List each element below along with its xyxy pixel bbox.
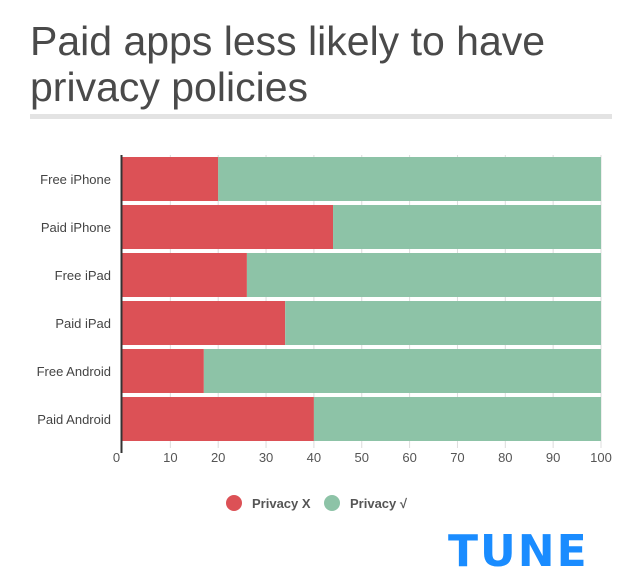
bar-segment (122, 253, 247, 297)
bar-segment (122, 349, 204, 393)
category-label: Paid iPad (55, 316, 111, 331)
bar-segment (122, 205, 334, 249)
x-tick-label: 80 (498, 450, 512, 465)
category-label: Free iPhone (40, 172, 111, 187)
category-label: Free iPad (55, 268, 111, 283)
x-tick-label: 60 (402, 450, 416, 465)
x-tick-label: 40 (307, 450, 321, 465)
bar-segment (203, 349, 601, 393)
legend-label: Privacy X (252, 496, 311, 511)
x-tick-label: 0 (113, 450, 120, 465)
bar-segment (122, 397, 314, 441)
legend-label: Privacy √ (350, 496, 408, 511)
bar-segment (122, 157, 219, 201)
category-label: Paid iPhone (41, 220, 111, 235)
x-tick-label: 10 (163, 450, 177, 465)
x-tick-label: 90 (546, 450, 560, 465)
x-tick-label: 100 (590, 450, 612, 465)
bar-segment (218, 157, 601, 201)
legend-swatch (226, 495, 242, 511)
bar-segment (313, 397, 601, 441)
bar-chart: 0 10 20 30 40 50 60 70 80 90 100 Free iPhone Paid iP… (37, 155, 612, 511)
x-tick-label: 30 (259, 450, 273, 465)
bar-segment (285, 301, 601, 345)
bar-segment (333, 205, 601, 249)
tune-logo: TUNE (448, 526, 589, 577)
bar-segment (246, 253, 601, 297)
legend-swatch (324, 495, 340, 511)
category-label: Paid Android (37, 412, 111, 427)
x-tick-label: 20 (211, 450, 225, 465)
category-label: Free Android (37, 364, 111, 379)
x-tick-label: 50 (355, 450, 369, 465)
bar-segment (122, 301, 286, 345)
x-tick-label: 70 (450, 450, 464, 465)
